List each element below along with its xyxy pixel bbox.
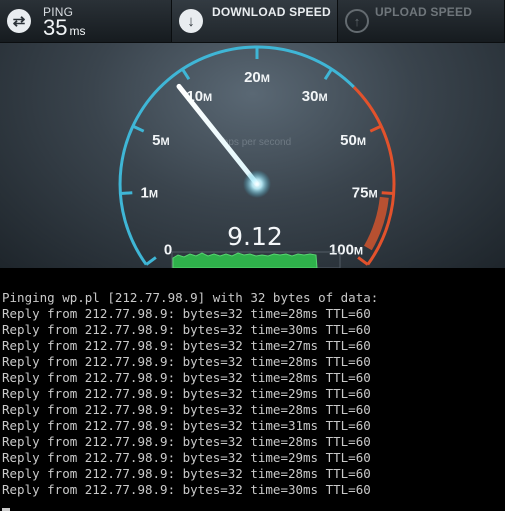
speed-gauge: 01M5M10M20M30M50M75M100M bps per second … — [118, 45, 396, 268]
gauge-tick-number: 50 — [340, 132, 357, 149]
gauge-tick-unit: M — [261, 73, 270, 85]
speed-graph — [172, 252, 318, 268]
gauge-tick-number: 75 — [352, 185, 369, 202]
gauge-tick-mark — [120, 191, 133, 196]
gauge-tick-mark — [381, 191, 394, 196]
console-line-reply: Reply from 212.77.98.9: bytes=32 time=28… — [2, 354, 371, 369]
console-line-reply: Reply from 212.77.98.9: bytes=32 time=31… — [2, 418, 371, 433]
console-line-reply: Reply from 212.77.98.9: bytes=32 time=29… — [2, 450, 371, 465]
command-prompt-output: Pinging wp.pl [212.77.98.9] with 32 byte… — [0, 268, 505, 511]
gauge-tick-unit: M — [149, 189, 158, 201]
gauge-tick-mark — [132, 124, 145, 133]
gauge-tick-number: 5 — [152, 132, 160, 149]
gauge-tick-label: 50M — [340, 132, 366, 149]
gauge-tick-label: 20M — [244, 69, 270, 86]
gauge-tick-label: 30M — [302, 88, 328, 105]
console-line-reply: Reply from 212.77.98.9: bytes=32 time=28… — [2, 466, 371, 481]
gauge-tick-mark — [369, 124, 382, 133]
gauge-tick-mark — [181, 68, 191, 80]
console-lines: Pinging wp.pl [212.77.98.9] with 32 byte… — [2, 290, 378, 498]
gauge-needle — [176, 83, 260, 187]
gauge-tick-label: 0 — [164, 242, 172, 259]
console-line-reply: Reply from 212.77.98.9: bytes=32 time=28… — [2, 306, 371, 321]
gauge-tick-unit: M — [203, 92, 212, 104]
gauge-tick-mark — [145, 256, 157, 266]
speedtest-panel: ⇄ PING 35 ms ↓ DOWNLOAD SPEED ↑ UPLOAD SP… — [0, 0, 505, 268]
console-line-header: Pinging wp.pl [212.77.98.9] with 32 byte… — [2, 290, 379, 305]
gauge-tick-number: 0 — [164, 242, 172, 259]
gauge-tick-mark — [357, 256, 369, 266]
gauge-tick-label: 100M — [329, 242, 363, 259]
console-line-reply: Reply from 212.77.98.9: bytes=32 time=27… — [2, 338, 371, 353]
current-speed-value: 9.12 — [227, 222, 283, 251]
gauge-tick-label: 5M — [152, 132, 170, 149]
gauge-hub-glow — [243, 170, 271, 198]
console-line-reply: Reply from 212.77.98.9: bytes=32 time=29… — [2, 386, 371, 401]
gauge-tick-number: 1 — [141, 185, 149, 202]
gauge-tick-unit: M — [160, 136, 169, 148]
gauge-tick-number: 30 — [302, 88, 319, 105]
console-line-reply: Reply from 212.77.98.9: bytes=32 time=28… — [2, 370, 371, 385]
gauge-tick-unit: M — [368, 189, 377, 201]
gauge-tick-mark — [323, 68, 333, 80]
console-line-reply: Reply from 212.77.98.9: bytes=32 time=28… — [2, 434, 371, 449]
gauge-tick-unit: M — [318, 92, 327, 104]
gauge-tick-label: 75M — [352, 185, 378, 202]
gauge-tick-number: 100 — [329, 242, 354, 259]
console-line-reply: Reply from 212.77.98.9: bytes=32 time=28… — [2, 402, 371, 417]
gauge-tick-unit: M — [354, 246, 363, 258]
console-line-reply: Reply from 212.77.98.9: bytes=32 time=30… — [2, 322, 371, 337]
gauge-unit-caption: bps per second — [223, 137, 291, 148]
gauge-tick-unit: M — [357, 136, 366, 148]
console-line-reply: Reply from 212.77.98.9: bytes=32 time=30… — [2, 482, 371, 497]
gauge-tick-number: 20 — [244, 69, 261, 86]
gauge-tick-label: 1M — [141, 185, 159, 202]
